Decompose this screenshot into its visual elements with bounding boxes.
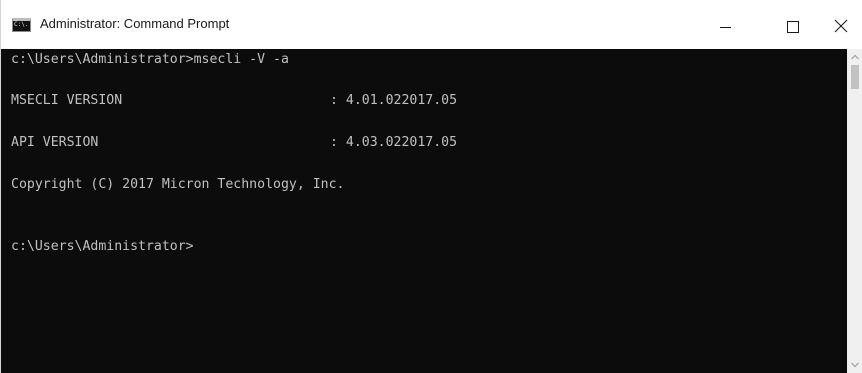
command-prompt-window: C:\. Administrator: Command Prompt c:\Us… [0, 0, 862, 373]
console-line-api-version-label: API VERSION [11, 135, 99, 150]
maximize-button[interactable] [770, 0, 816, 49]
console-line-copyright: Copyright (C) 2017 Micron Technology, In… [11, 177, 345, 192]
console-line-prompt: c:\Users\Administrator> [11, 239, 194, 254]
window-title: Administrator: Command Prompt [40, 16, 230, 31]
minimize-button[interactable] [702, 0, 748, 49]
maximize-icon [787, 21, 799, 33]
vertical-scrollbar[interactable] [847, 49, 862, 373]
title-bar[interactable]: C:\. Administrator: Command Prompt [1, 0, 862, 49]
scroll-up-arrow-icon[interactable] [851, 54, 859, 60]
console-line-command: c:\Users\Administrator>msecli -V -a [11, 52, 289, 67]
console-line-msecli-version-label: MSECLI VERSION [11, 93, 123, 108]
close-icon [834, 19, 848, 33]
scroll-down-arrow-icon[interactable] [851, 362, 859, 368]
console-line-msecli-version-value: : 4.01.022017.05 [330, 93, 458, 108]
minimize-icon [720, 27, 731, 28]
close-button[interactable] [819, 0, 862, 49]
cmd-icon-label: C:\. [14, 21, 29, 28]
scrollbar-thumb[interactable] [851, 65, 859, 89]
cmd-icon[interactable]: C:\. [12, 18, 31, 32]
console-line-api-version-value: : 4.03.022017.05 [330, 135, 458, 150]
console-output[interactable]: c:\Users\Administrator>msecli -V -a MSEC… [1, 49, 847, 373]
